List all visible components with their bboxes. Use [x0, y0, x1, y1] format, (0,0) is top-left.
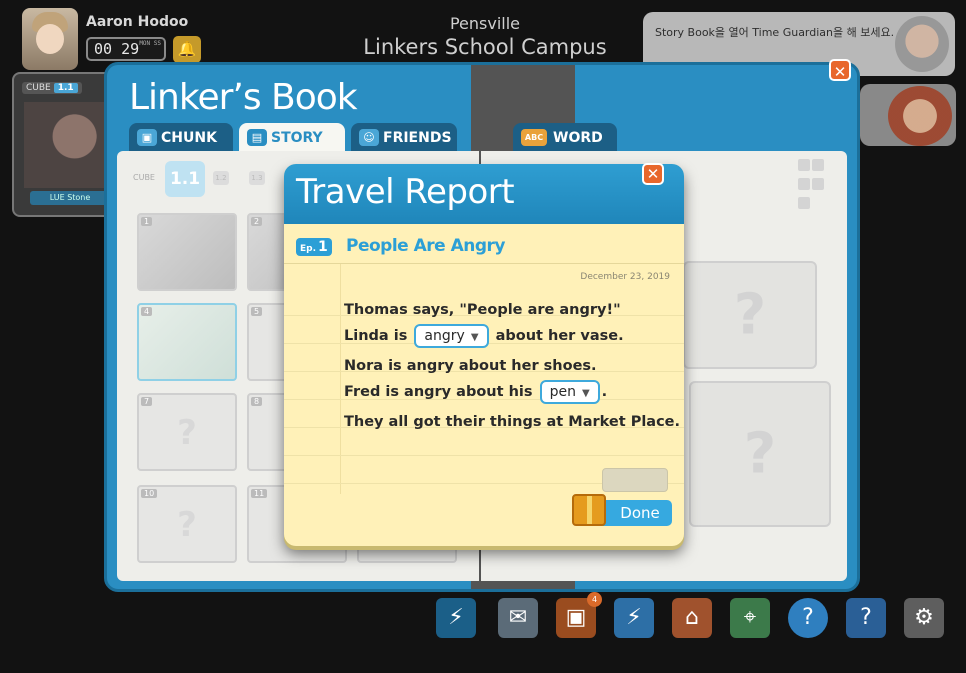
- chunk-icon: ▣: [137, 129, 157, 146]
- map-icon[interactable]: ⌖: [730, 598, 770, 638]
- timer-units: MON SS: [139, 40, 161, 47]
- notice-text: Story Book을 열어 Time Guardian을 해 보세요.: [655, 26, 895, 39]
- report-date: December 23, 2019: [580, 272, 670, 282]
- location-title: Pensville Linkers School Campus: [340, 14, 630, 59]
- lightning-icon[interactable]: ⚡: [614, 598, 654, 638]
- locked-slot[interactable]: ?: [689, 381, 831, 527]
- npc-portrait: [895, 16, 949, 72]
- tab-friends[interactable]: ☺ FRIENDS: [351, 123, 457, 153]
- abc-icon: ABC: [521, 129, 547, 146]
- dialog-title: Travel Report: [296, 172, 515, 212]
- word-dropdown[interactable]: pen ▼: [539, 380, 600, 404]
- gift-box-icon: [572, 494, 606, 526]
- avatar-face: [36, 24, 64, 54]
- timer-value: 00 29: [94, 40, 140, 58]
- tab-chunk[interactable]: ▣ CHUNK: [129, 123, 233, 153]
- view-mode-icons[interactable]: [797, 157, 837, 214]
- report-line: Fred is angry about his pen ▼.: [344, 380, 607, 404]
- player-name: Aaron Hodoo: [86, 14, 189, 30]
- dropdown-arrow-icon: ▼: [470, 332, 479, 343]
- done-button[interactable]: Done: [598, 500, 672, 526]
- lightning-book-icon[interactable]: ⚡: [436, 598, 476, 638]
- book-title: Linker’s Book: [129, 77, 358, 118]
- episode-card-locked[interactable]: 7?: [137, 393, 237, 471]
- play-timer: 00 29 MON SS: [86, 37, 166, 61]
- cube-card-label: LUE Stone: [30, 191, 110, 205]
- cube-label: CUBE: [133, 173, 155, 182]
- settings-icon[interactable]: ⚙: [904, 598, 944, 638]
- report-line: Nora is angry about her shoes.: [344, 358, 597, 374]
- npc-portrait-secondary: [888, 86, 952, 146]
- backpack-icon[interactable]: ▣ 4: [556, 592, 602, 638]
- dialog-close-button[interactable]: ✕: [642, 163, 664, 185]
- location-place: Linkers School Campus: [363, 35, 607, 59]
- word-dropdown[interactable]: angry ▼: [414, 324, 489, 348]
- cube-option[interactable]: 1.2: [213, 171, 229, 185]
- report-line: They all got their things at Market Plac…: [344, 414, 681, 430]
- episode-title: People Are Angry: [346, 236, 506, 256]
- tab-story[interactable]: ▤ STORY: [239, 123, 345, 153]
- player-avatar[interactable]: [22, 8, 78, 70]
- locked-icon: ?: [743, 421, 777, 487]
- film-icon: ▤: [247, 129, 267, 146]
- question-icon[interactable]: ?: [846, 598, 886, 638]
- backpack-badge: 4: [587, 592, 602, 607]
- locked-icon: ?: [177, 505, 197, 545]
- cube-badge: CUBE 1.1: [22, 82, 82, 94]
- bell-icon[interactable]: 🔔: [173, 36, 201, 63]
- cube-selected[interactable]: 1.1: [165, 161, 205, 197]
- help-bubble-icon[interactable]: ?: [788, 598, 828, 638]
- location-town: Pensville: [449, 14, 521, 33]
- locked-icon: ?: [733, 282, 767, 348]
- episode-card-locked[interactable]: 10?: [137, 485, 237, 563]
- tab-word[interactable]: ABC WORD: [513, 123, 617, 153]
- episode-badge: Ep. 1: [296, 238, 332, 256]
- disabled-button: [602, 468, 668, 492]
- episode-card-selected[interactable]: 4: [137, 303, 237, 381]
- episode-bar: Ep. 1 People Are Angry: [284, 230, 684, 264]
- book-close-button[interactable]: ✕: [829, 59, 851, 81]
- dropdown-arrow-icon: ▼: [581, 388, 590, 399]
- mail-icon[interactable]: ✉: [498, 598, 538, 638]
- friends-icon: ☺: [359, 129, 379, 146]
- dialog-header: Travel Report: [284, 164, 684, 224]
- home-icon[interactable]: ⌂: [672, 598, 712, 638]
- locked-slot[interactable]: ?: [683, 261, 817, 369]
- cube-option[interactable]: 1.3: [249, 171, 265, 185]
- locked-icon: ?: [177, 413, 197, 453]
- travel-report-dialog: Travel Report Ep. 1 People Are Angry Dece…: [284, 164, 684, 546]
- episode-card[interactable]: 1: [137, 213, 237, 291]
- game-screen: Aaron Hodoo 00 29 MON SS 🔔 Pensville Lin…: [0, 0, 966, 673]
- report-line: Linda is angry ▼ about her vase.: [344, 324, 624, 348]
- cube-card-image: [24, 102, 116, 188]
- report-line: Thomas says, "People are angry!": [344, 302, 621, 318]
